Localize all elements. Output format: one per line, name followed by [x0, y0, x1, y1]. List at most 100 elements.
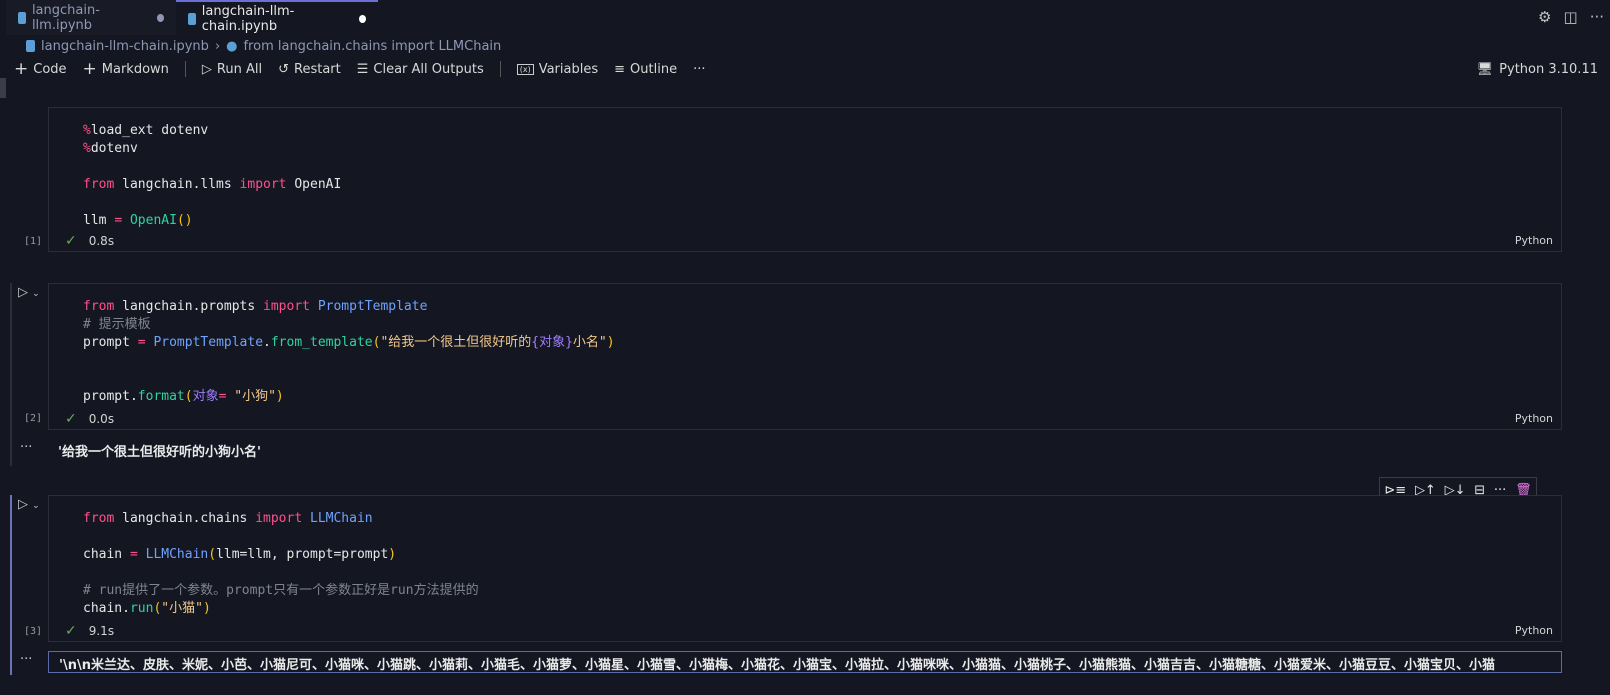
gear-icon[interactable]: ⚙ — [1538, 8, 1551, 26]
label: Restart — [294, 61, 341, 77]
breadcrumb-file[interactable]: langchain-llm-chain.ipynb — [41, 39, 209, 54]
cell-output[interactable]: '\n\n米兰达、皮肤、米妮、小芭、小猫尼可、小猫咪、小猫跳、小猫莉、小猫毛、小… — [48, 651, 1562, 673]
run-all-icon: ▷ — [201, 61, 212, 77]
code-line: from langchain.prompts import PromptTemp… — [83, 298, 615, 316]
output-more-icon[interactable]: ··· — [20, 652, 32, 667]
cell-status: ✓ 0.8s — [65, 233, 114, 249]
check-icon: ✓ — [65, 623, 77, 639]
code-token: ) — [606, 335, 615, 350]
code-token: import — [239, 177, 287, 192]
code-line: %dotenv — [83, 140, 341, 158]
code-token: from_template — [270, 335, 373, 350]
code-token: "小狗" — [234, 389, 276, 404]
code-token: prompt. — [83, 389, 138, 404]
label: Run All — [216, 61, 263, 77]
code-line: from langchain.llms import OpenAI — [83, 176, 341, 194]
code-token: ) — [202, 601, 211, 616]
code-token: dotenv — [90, 141, 138, 156]
code-token: ) — [388, 547, 397, 562]
code-cell-3[interactable]: from langchain.chains import LLMChain ch… — [48, 495, 1562, 642]
cell-status: ✓ 0.0s — [65, 411, 114, 427]
execution-time: 0.0s — [88, 412, 115, 426]
code-token: llm — [83, 213, 115, 228]
cell-language[interactable]: Python — [1515, 412, 1553, 425]
label: Markdown — [101, 61, 169, 77]
add-code-button[interactable]: + Code — [14, 59, 67, 79]
code-token: chain — [83, 547, 130, 562]
code-token: langchain.chains — [114, 511, 256, 526]
restart-button[interactable]: ↺ Restart — [278, 62, 341, 77]
code-line: chain.run("小猫") — [83, 600, 479, 618]
output-more-icon[interactable]: ··· — [20, 440, 32, 455]
cell-language[interactable]: Python — [1515, 234, 1553, 247]
code-token: "给我一个很土但很好听的 — [380, 335, 532, 350]
cell-focus-bar — [10, 495, 12, 675]
code-token: load_ext dotenv — [90, 123, 209, 138]
more-icon[interactable]: ··· — [1590, 8, 1604, 26]
unsaved-dot-icon — [156, 13, 164, 22]
execution-count: [1] — [24, 236, 43, 247]
run-cell-button[interactable]: ▷ ⌄ — [18, 285, 40, 300]
label: Code — [33, 61, 67, 77]
code-editor[interactable]: %load_ext dotenv %dotenv from langchain.l… — [83, 122, 341, 230]
code-token: = — [137, 335, 146, 350]
code-token: {对象} — [531, 335, 573, 350]
python-icon: ● — [226, 38, 238, 54]
execution-count: [2] — [24, 413, 43, 424]
more-actions-button[interactable]: ··· — [693, 62, 705, 77]
label: Variables — [538, 61, 599, 77]
cell-output: '给我一个很土但很好听的小狗小名' — [58, 445, 261, 460]
code-token: run — [129, 601, 154, 616]
run-all-button[interactable]: ▷ Run All — [202, 62, 262, 77]
list-icon: ≡ — [614, 61, 626, 77]
breadcrumb-symbol[interactable]: from langchain.chains import LLMChain — [243, 39, 501, 54]
label: Outline — [630, 61, 678, 77]
code-token: OpenAI — [286, 177, 342, 192]
code-editor[interactable]: from langchain.prompts import PromptTemp… — [83, 298, 615, 406]
code-token: () — [176, 213, 193, 228]
code-token: 小名" — [572, 335, 607, 350]
clear-outputs-button[interactable]: ☰ Clear All Outputs — [357, 62, 484, 77]
code-token: ( — [184, 389, 193, 404]
code-editor[interactable]: from langchain.chains import LLMChain ch… — [83, 510, 479, 618]
code-cell-1[interactable]: %load_ext dotenv %dotenv from langchain.l… — [48, 107, 1562, 252]
code-token: = — [114, 213, 123, 228]
code-token: % — [83, 141, 91, 156]
code-token: from — [83, 177, 115, 192]
code-line: %load_ext dotenv — [83, 122, 341, 140]
cell-language[interactable]: Python — [1515, 624, 1553, 637]
plus-icon: + — [82, 59, 97, 79]
kernel-label: Python 3.10.11 — [1499, 61, 1598, 77]
code-line: # 提示模板 — [83, 316, 615, 334]
tab-langchain-llm-chain[interactable]: langchain-llm-chain.ipynb — [176, 0, 378, 35]
code-line: prompt = PromptTemplate.from_template("给… — [83, 334, 615, 352]
label: Clear All Outputs — [373, 61, 484, 77]
plus-icon: + — [14, 59, 29, 79]
unsaved-dot-icon — [359, 14, 366, 23]
code-token: LLMChain — [145, 547, 209, 562]
split-editor-icon[interactable]: ◫ — [1564, 8, 1578, 26]
outline-button[interactable]: ≡ Outline — [614, 62, 677, 77]
variables-button[interactable]: (x) Variables — [516, 61, 599, 77]
code-token: langchain.prompts — [114, 299, 264, 314]
cell-status: ✓ 9.1s — [65, 623, 114, 639]
code-token: "小猫" — [161, 601, 203, 616]
code-line: # run提供了一个参数。prompt只有一个参数正好是run方法提供的 — [83, 582, 479, 600]
notebook-icon — [188, 12, 196, 25]
code-token: PromptTemplate — [153, 335, 264, 350]
code-cell-2[interactable]: from langchain.prompts import PromptTemp… — [48, 283, 1562, 430]
kernel-picker[interactable]: 🖥 Python 3.10.11 — [1477, 58, 1598, 80]
code-line: chain = LLMChain(llm=llm, prompt=prompt) — [83, 546, 479, 564]
execution-time: 0.8s — [88, 234, 115, 248]
tab-langchain-llm[interactable]: langchain-llm.ipynb — [6, 0, 176, 35]
run-cell-button[interactable]: ▷ ⌄ — [18, 497, 40, 512]
add-markdown-button[interactable]: + Markdown — [83, 59, 169, 79]
